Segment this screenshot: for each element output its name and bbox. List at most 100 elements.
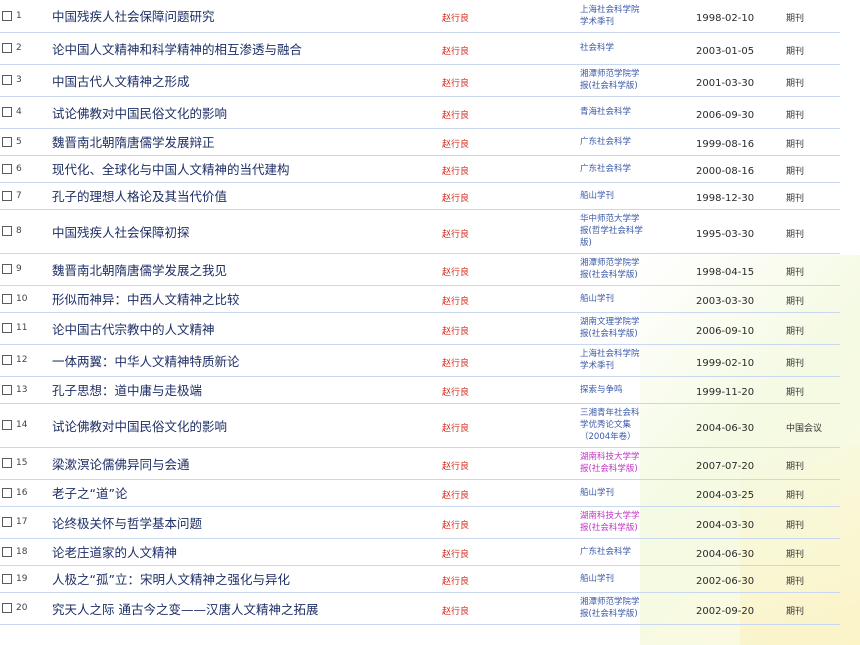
result-author-link[interactable]: 赵行良 <box>440 167 469 177</box>
table-row: 16 老子之“道”论 赵行良 船山学刊 2004-03-25 期刊 <box>0 479 840 506</box>
result-date: 1998-02-10 <box>696 13 755 25</box>
result-type: 期刊 <box>786 167 805 177</box>
result-author-link[interactable]: 赵行良 <box>440 388 469 398</box>
result-source-link[interactable]: 湘潭师范学院学 报(社会科学版) <box>580 596 696 620</box>
result-source-link[interactable]: 船山学刊 <box>580 190 696 202</box>
result-title-link[interactable]: 魏晋南北朝隋唐儒学发展辩正 <box>52 132 440 151</box>
result-type: 期刊 <box>786 140 805 150</box>
row-checkbox[interactable] <box>2 323 12 333</box>
result-date: 1998-04-15 <box>696 266 755 278</box>
result-title-link[interactable]: 梁漱溟论儒佛异同与会通 <box>52 454 440 473</box>
result-title-link[interactable]: 论中国古代宗教中的人文精神 <box>52 319 440 338</box>
row-checkbox[interactable] <box>2 546 12 557</box>
result-source-link[interactable]: 船山学刊 <box>580 293 696 305</box>
result-title-link[interactable]: 试论佛教对中国民俗文化的影响 <box>52 416 440 435</box>
result-author-link[interactable]: 赵行良 <box>440 462 469 472</box>
result-title-link[interactable]: 人极之“孤”立：宋明人文精神之强化与异化 <box>52 569 440 588</box>
result-date: 2002-09-20 <box>696 605 755 617</box>
result-title-link[interactable]: 究天人之际 通古今之变——汉唐人文精神之拓展 <box>52 599 440 618</box>
result-source-link[interactable]: 湖南科技大学学 报(社会科学版) <box>580 451 696 475</box>
row-checkbox[interactable] <box>2 458 12 468</box>
result-author-link[interactable]: 赵行良 <box>440 79 469 89</box>
row-checkbox[interactable] <box>2 420 12 430</box>
result-author-link[interactable]: 赵行良 <box>440 550 469 560</box>
row-checkbox[interactable] <box>2 603 12 613</box>
row-number: 1 <box>16 10 22 21</box>
table-row: 19 人极之“孤”立：宋明人文精神之强化与异化 赵行良 船山学刊 2002-06-30 期… <box>0 565 840 592</box>
result-source-link[interactable]: 社会科学 <box>580 42 696 54</box>
result-author-link[interactable]: 赵行良 <box>440 14 469 24</box>
result-title-link[interactable]: 现代化、全球化与中国人文精神的当代建构 <box>52 159 440 178</box>
result-author-link[interactable]: 赵行良 <box>440 230 469 240</box>
result-source-link[interactable]: 广东社会科学 <box>580 136 696 148</box>
result-source-link[interactable]: 华中师范大学学 报(哲学社会科学 版) <box>580 213 696 249</box>
result-source-line: 湖南科技大学学 <box>580 511 640 521</box>
result-title-link[interactable]: 试论佛教对中国民俗文化的影响 <box>52 103 440 122</box>
result-source-link[interactable]: 青海社会科学 <box>580 106 696 118</box>
row-checkbox[interactable] <box>2 43 12 53</box>
result-title-link[interactable]: 形似而神异：中西人文精神之比较 <box>52 289 440 308</box>
row-checkbox[interactable] <box>2 384 12 395</box>
result-author-link[interactable]: 赵行良 <box>440 424 469 434</box>
result-author-link[interactable]: 赵行良 <box>440 491 469 501</box>
result-author-link[interactable]: 赵行良 <box>440 297 469 307</box>
result-author-link[interactable]: 赵行良 <box>440 327 469 337</box>
result-title-link[interactable]: 中国残疾人社会保障初探 <box>52 222 440 241</box>
result-author-link[interactable]: 赵行良 <box>440 359 469 369</box>
result-source-link[interactable]: 上海社会科学院 学术季刊 <box>580 4 696 28</box>
result-author-link[interactable]: 赵行良 <box>440 111 469 121</box>
result-source-line: 上海社会科学院 <box>580 349 640 359</box>
row-checkbox[interactable] <box>2 355 12 365</box>
result-title-link[interactable]: 中国古代人文精神之形成 <box>52 71 440 90</box>
result-author-link[interactable]: 赵行良 <box>440 194 469 204</box>
result-source-link[interactable]: 船山学刊 <box>580 573 696 585</box>
result-source-link[interactable]: 湖南科技大学学 报(社会科学版) <box>580 510 696 534</box>
row-checkbox[interactable] <box>2 75 12 85</box>
result-title-link[interactable]: 论终极关怀与哲学基本问题 <box>52 513 440 532</box>
result-author-link[interactable]: 赵行良 <box>440 577 469 587</box>
result-author-link[interactable]: 赵行良 <box>440 140 469 150</box>
result-title-link[interactable]: 魏晋南北朝隋唐儒学发展之我见 <box>52 260 440 279</box>
table-row: 5 魏晋南北朝隋唐儒学发展辩正 赵行良 广东社会科学 1999-08-16 期刊 <box>0 128 840 155</box>
row-checkbox[interactable] <box>2 163 12 174</box>
result-source-link[interactable]: 湘潭师范学院学 报(社会科学版) <box>580 257 696 281</box>
result-title-link[interactable]: 一体两翼：中华人文精神特质新论 <box>52 351 440 370</box>
result-type: 期刊 <box>786 606 805 617</box>
row-number: 10 <box>16 293 28 304</box>
result-author-link[interactable]: 赵行良 <box>440 268 469 278</box>
result-source-link[interactable]: 船山学刊 <box>580 487 696 499</box>
result-title-link[interactable]: 论中国人文精神和科学精神的相互渗透与融合 <box>52 39 440 58</box>
row-checkbox[interactable] <box>2 107 12 117</box>
result-type: 中国会议 <box>786 423 823 434</box>
row-checkbox[interactable] <box>2 136 12 147</box>
result-title-link[interactable]: 孔子的理想人格论及其当代价值 <box>52 186 440 205</box>
row-checkbox[interactable] <box>2 190 12 201</box>
row-checkbox[interactable] <box>2 573 12 584</box>
row-checkbox[interactable] <box>2 10 12 21</box>
row-checkbox[interactable] <box>2 293 12 304</box>
result-source-link[interactable]: 上海社会科学院 学术季刊 <box>580 348 696 372</box>
row-checkbox[interactable] <box>2 226 12 236</box>
result-source-link[interactable]: 湖南文理学院学 报(社会科学版) <box>580 316 696 340</box>
result-source-link[interactable]: 探索与争鸣 <box>580 384 696 396</box>
result-author-link[interactable]: 赵行良 <box>440 47 469 57</box>
row-checkbox[interactable] <box>2 487 12 498</box>
result-title-link[interactable]: 老子之“道”论 <box>52 483 440 502</box>
result-author-link[interactable]: 赵行良 <box>440 607 469 617</box>
result-source-link[interactable]: 广东社会科学 <box>580 546 696 558</box>
result-source-link[interactable]: 三湘青年社会科 学优秀论文集 （2004年卷） <box>580 407 696 443</box>
result-title-link[interactable]: 中国残疾人社会保障问题研究 <box>52 6 440 25</box>
result-title-link[interactable]: 论老庄道家的人文精神 <box>52 542 440 561</box>
result-author-link[interactable]: 赵行良 <box>440 521 469 531</box>
result-source-link[interactable]: 湘潭师范学院学 报(社会科学版) <box>580 68 696 92</box>
result-title-link[interactable]: 孔子思想：道中庸与走极端 <box>52 380 440 399</box>
result-source-line: 湘潭师范学院学 <box>580 69 640 79</box>
row-checkbox[interactable] <box>2 517 12 527</box>
table-row: 6 现代化、全球化与中国人文精神的当代建构 赵行良 广东社会科学 2000-08-16 期… <box>0 155 840 182</box>
result-source-line: 湘潭师范学院学 <box>580 258 640 268</box>
result-source-line: （2004年卷） <box>580 432 636 442</box>
result-source-link[interactable]: 广东社会科学 <box>580 163 696 175</box>
table-row: 20 究天人之际 通古今之变——汉唐人文精神之拓展 赵行良 湘潭师范学院学 报(社会科学… <box>0 592 840 624</box>
row-checkbox[interactable] <box>2 264 12 274</box>
row-number: 17 <box>16 517 28 527</box>
